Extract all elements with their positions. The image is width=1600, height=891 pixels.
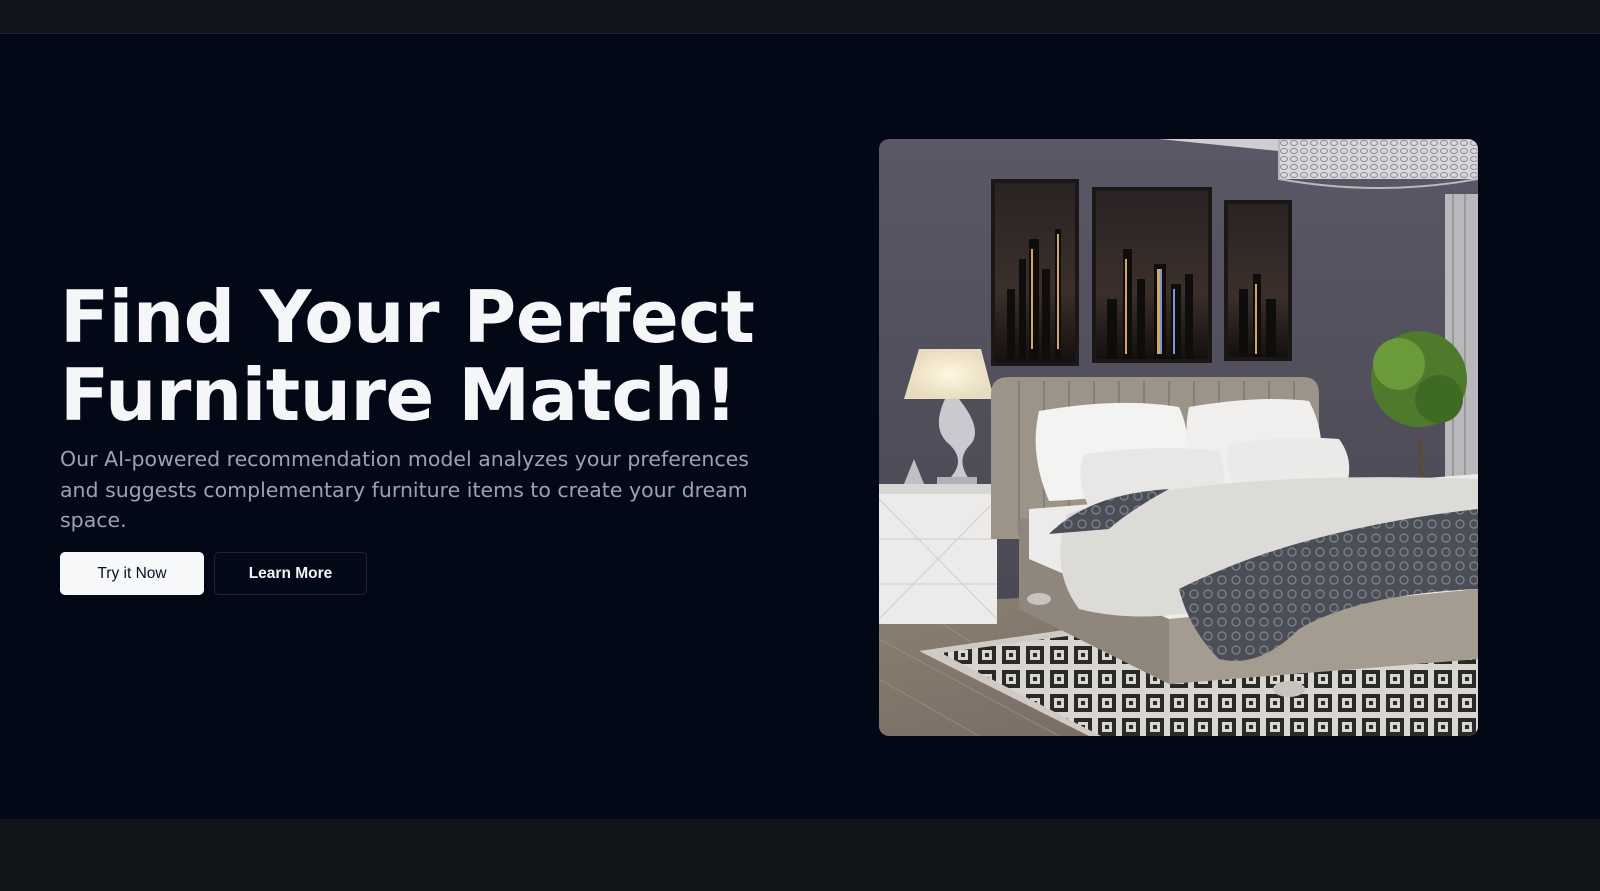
hero-bedroom-image [879,139,1478,736]
hero-headline: Find Your Perfect Furniture Match! [60,278,850,434]
headline-line-2: Furniture Match! [60,353,737,437]
hero-description: Our AI-powered recommendation model anal… [60,447,749,532]
learn-more-button[interactable]: Learn More [214,552,367,595]
top-bar [0,0,1600,34]
try-it-now-button[interactable]: Try it Now [60,552,204,595]
bottom-bar [0,819,1600,891]
headline-line-1: Find Your Perfect [60,275,755,359]
